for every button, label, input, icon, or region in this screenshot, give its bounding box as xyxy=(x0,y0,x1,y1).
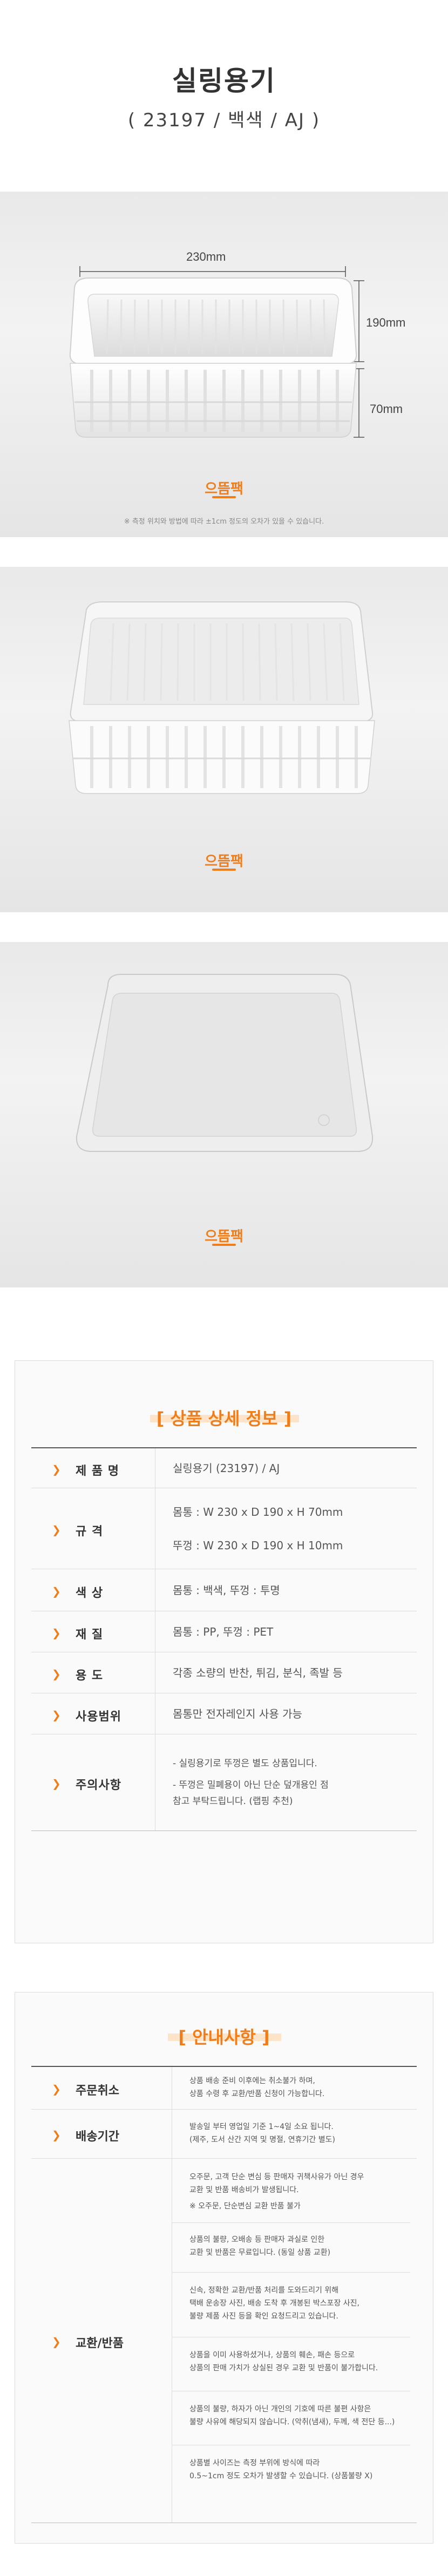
spec-label: 규 격 xyxy=(76,1524,104,1538)
product-title: 실링용기 xyxy=(172,65,276,97)
brand-logo: 으뜸팩 xyxy=(202,1225,246,1246)
exchange-block-5: 상품의 불량, 하자가 아닌 개인의 기호에 따른 불편 사항은 불량 사유에 … xyxy=(189,2403,406,2429)
spec-row-product-name: ❯ 제 품 명 실링용기 (23197) / AJ xyxy=(31,1448,417,1488)
notice-label: 교환/반품 xyxy=(76,2337,124,2350)
exchange-block-6: 상품별 사이즈는 측정 부위에 방식에 따라 0.5~1cm 정도 오차가 발생… xyxy=(189,2457,406,2483)
chevron-right-icon: ❯ xyxy=(52,1584,61,1598)
spec-value: 몸통만 전자레인지 사용 가능 xyxy=(173,1707,302,1720)
notice-text: 상품별 사이즈는 측정 부위에 방식에 따라 xyxy=(189,2459,320,2467)
chevron-right-icon: ❯ xyxy=(52,1777,61,1790)
notice-text: 교환 및 반품은 무료입니다. (동일 상품 교환) xyxy=(189,2248,331,2257)
height-dimension-label: 70mm xyxy=(370,402,403,416)
chevron-right-icon: ❯ xyxy=(52,2335,61,2348)
spec-value: 각종 소량의 반찬, 튀김, 분식, 족발 등 xyxy=(173,1666,343,1679)
notice-text: 신속, 정확한 교환/반품 처리를 도와드리기 위해 xyxy=(189,2286,339,2295)
chevron-right-icon: ❯ xyxy=(52,1667,61,1680)
spec-value: - 뚜껑은 밀폐용이 아닌 단순 덮개용인 점 xyxy=(173,1780,329,1791)
notice-text: (제주, 도서 산간 지역 및 명절, 연휴기간 별도) xyxy=(189,2136,335,2144)
notice-section-title: [ 안내사항 ] xyxy=(15,2024,433,2049)
spec-row-usage: ❯ 용 도 각종 소량의 반찬, 튀김, 분식, 족발 등 xyxy=(31,1652,417,1693)
measurement-note: ※ 측정 위치와 방법에 따라 ±1cm 정도의 오차가 있을 수 있습니다. xyxy=(124,518,324,526)
brand-logo-text: 으뜸팩 xyxy=(205,1229,243,1245)
product-detail-info-box: [ 상품 상세 정보 ] ❯ 제 품 명 실링용기 (23197) / AJ ❯ 규… xyxy=(15,1360,433,1943)
spec-value: 몸통 : PP, 뚜껑 : PET xyxy=(173,1625,274,1638)
chevron-right-icon: ❯ xyxy=(52,2128,61,2141)
divider xyxy=(172,2222,410,2223)
notice-text: 0.5~1cm 정도 오차가 발생할 수 있습니다. (상품불량 X) xyxy=(189,2472,373,2480)
brand-logo-text: 으뜸팩 xyxy=(205,853,243,870)
notice-label: 배송기간 xyxy=(76,2130,119,2144)
spec-value: 몸통 : 백색, 뚜껑 : 투명 xyxy=(173,1583,280,1597)
notice-text: 불량 사유에 해당되지 않습니다. (악취(냄새), 두께, 색 전단 등...… xyxy=(189,2418,395,2426)
chevron-right-icon: ❯ xyxy=(52,1708,61,1721)
spec-row-color: ❯ 색 상 몸통 : 백색, 뚜껑 : 투명 xyxy=(31,1569,417,1611)
product-detail-page: 실링용기 ( 23197 / 백색 / AJ ) 230mm 190mm 70m… xyxy=(0,0,448,2576)
brand-logo: 으뜸팩 xyxy=(202,478,246,498)
notice-label: 주문취소 xyxy=(76,2084,119,2098)
product-photo-lid: 으뜸팩 xyxy=(0,942,448,1287)
spec-value: 뚜껑 : W 230 x D 190 x H 10mm xyxy=(173,1538,343,1552)
exchange-block-1: 오주문, 고객 단순 변심 등 판매자 귀책사유가 아닌 경우 교환 및 반품 … xyxy=(189,2171,406,2213)
spec-label: 용 도 xyxy=(76,1669,104,1683)
spec-row-caution: ❯ 주의사항 - 실링용기로 뚜껑은 별도 상품입니다. - 뚜껑은 밀폐용이 아… xyxy=(31,1734,417,1831)
chevron-right-icon: ❯ xyxy=(52,1523,61,1536)
spec-value: 몸통 : W 230 x D 190 x H 70mm xyxy=(173,1505,343,1519)
notice-text: 상품 수령 후 교환/반품 신청이 가능합니다. xyxy=(189,2090,325,2098)
notice-info-box: [ 안내사항 ] ❯ 주문취소 상품 배송 준비 이후에는 취소불가 하며, 상품… xyxy=(15,1992,433,2544)
notice-text: 발송일 부터 영업일 기준 1~4일 소요 됩니다. xyxy=(189,2123,334,2131)
exchange-block-4: 상품을 이미 사용하셨거나, 상품의 훼손, 패손 등으로 상품의 판매 가치가… xyxy=(189,2349,406,2375)
divider xyxy=(172,2272,410,2273)
page-header: 실링용기 ( 23197 / 백색 / AJ ) xyxy=(0,0,448,162)
notice-row-exchange: ❯ 교환/반품 오주문, 고객 단순 변심 등 판매자 귀책사유가 아닌 경우 교… xyxy=(31,2159,417,2523)
notice-text: 상품 배송 준비 이후에는 취소불가 하며, xyxy=(189,2077,315,2085)
spec-value: 참고 부탁드립니다. (랩핑 추천) xyxy=(173,1796,293,1807)
product-subtitle: ( 23197 / 백색 / AJ ) xyxy=(127,110,321,131)
spec-section-title: [ 상품 상세 정보 ] xyxy=(15,1405,433,1430)
notice-text: 오주문, 고객 단순 변심 등 판매자 귀책사유가 아닌 경우 xyxy=(189,2173,364,2181)
brand-logo: 으뜸팩 xyxy=(202,850,246,871)
product-photo-dimensions: 230mm 190mm 70mm 으뜸팩 xyxy=(0,192,448,537)
chevron-right-icon: ❯ xyxy=(52,1626,61,1639)
spec-section-title-text: [ 상품 상세 정보 ] xyxy=(156,1408,292,1429)
notice-text: 택배 운송장 사진, 배송 도착 후 개봉된 박스포장 사진, xyxy=(189,2299,359,2308)
product-photo-with-lid: 으뜸팩 xyxy=(0,567,448,912)
spec-row-size: ❯ 규 격 몸통 : W 230 x D 190 x H 70mm 뚜껑 : W … xyxy=(31,1488,417,1569)
spec-row-usage-range: ❯ 사용범위 몸통만 전자레인지 사용 가능 xyxy=(31,1693,417,1734)
spec-label: 색 상 xyxy=(76,1586,104,1600)
notice-text: ※ 오주문, 단순변심 교환 반품 불가 xyxy=(189,2202,301,2211)
notice-text: 교환 및 반품 배송비가 발생됩니다. xyxy=(189,2186,299,2194)
notice-text: 상품을 이미 사용하셨거나, 상품의 훼손, 패손 등으로 xyxy=(189,2351,355,2360)
notice-text: 불량 제품 사진 등을 확인 요청드리고 있습니다. xyxy=(189,2312,338,2321)
notice-text: 상품의 불량, 오배송 등 판매자 과실로 인한 xyxy=(189,2235,325,2244)
spec-value: 실링용기 (23197) / AJ xyxy=(173,1461,280,1475)
spec-label: 재 질 xyxy=(76,1628,104,1642)
notice-row-cancel: ❯ 주문취소 상품 배송 준비 이후에는 취소불가 하며, 상품 수령 후 교환/… xyxy=(31,2067,417,2109)
notice-text: 상품의 불량, 하자가 아닌 개인의 기호에 따른 불편 사항은 xyxy=(189,2405,371,2414)
chevron-right-icon: ❯ xyxy=(52,1462,61,1476)
depth-dimension-label: 190mm xyxy=(366,316,406,329)
spec-label: 제 품 명 xyxy=(76,1464,120,1478)
width-dimension-label: 230mm xyxy=(186,250,226,263)
notice-section-title-text: [ 안내사항 ] xyxy=(178,2027,270,2048)
spec-label: 주의사항 xyxy=(76,1779,121,1792)
exchange-block-3: 신속, 정확한 교환/반품 처리를 도와드리기 위해 택배 운송장 사진, 배송… xyxy=(189,2284,406,2323)
notice-row-delivery: ❯ 배송기간 발송일 부터 영업일 기준 1~4일 소요 됩니다. (제주, 도서… xyxy=(31,2110,417,2158)
spec-value: - 실링용기로 뚜껑은 별도 상품입니다. xyxy=(173,1758,317,1769)
spec-row-material: ❯ 재 질 몸통 : PP, 뚜껑 : PET xyxy=(31,1611,417,1652)
brand-logo-text: 으뜸팩 xyxy=(205,481,243,497)
notice-text: 상품의 판매 가치가 상실된 경우 교환 및 반품이 불가합니다. xyxy=(189,2364,378,2372)
spec-label: 사용범위 xyxy=(76,1710,121,1724)
exchange-block-2: 상품의 불량, 오배송 등 판매자 과실로 인한 교환 및 반품은 무료입니다.… xyxy=(189,2233,406,2259)
chevron-right-icon: ❯ xyxy=(52,2083,61,2096)
